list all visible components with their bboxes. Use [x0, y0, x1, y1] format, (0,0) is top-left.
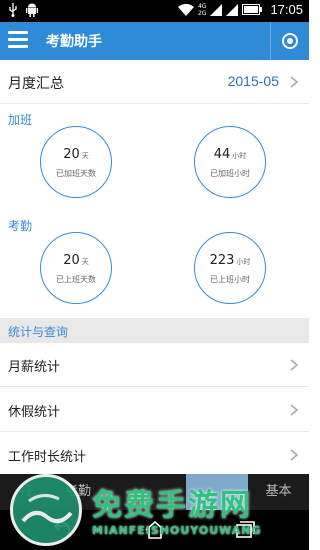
back-icon[interactable]: [50, 520, 72, 540]
list-item-label: 工作时长统计: [8, 450, 87, 465]
attendance-days-circle: 20 天 已上班天数: [40, 232, 112, 304]
list-item-label: 月薪统计: [8, 360, 61, 375]
list-item-work-hours[interactable]: 工作时长统计: [0, 433, 309, 477]
overtime-days-caption: 已加班天数: [56, 169, 96, 178]
appbar-divider: [270, 22, 271, 60]
chevron-right-icon: [290, 76, 299, 88]
month-summary-value: 2015-05: [227, 73, 279, 89]
stats-section-header: 统计与查询: [0, 318, 309, 343]
list-item-monthly-salary[interactable]: 月薪统计: [0, 343, 309, 387]
signal-icon-2: [226, 3, 239, 16]
overtime-days-circle: 20 天 已加班天数: [40, 126, 112, 198]
menu-icon-bar: [8, 38, 28, 41]
wifi-icon: [177, 3, 194, 16]
attendance-days-caption: 已上班天数: [56, 275, 96, 284]
battery-icon: [242, 4, 263, 15]
attendance-hours-value: 223 小时: [209, 253, 251, 268]
tab-4[interactable]: [156, 474, 186, 510]
attendance-hours-caption: 已上班小时: [210, 275, 250, 284]
sync-icon[interactable]: [281, 32, 299, 50]
stats-section-label: 统计与查询: [8, 325, 69, 339]
month-summary-row[interactable]: 月度汇总 2015-05: [0, 60, 309, 104]
network-type: 4G 2G: [197, 2, 207, 17]
bottom-tab-bar: 打 考勤 基本: [0, 474, 309, 510]
android-icon: [26, 3, 38, 17]
menu-icon-bar: [8, 45, 28, 48]
attendance-days-value: 20 天: [63, 253, 89, 268]
chevron-right-icon: [290, 404, 299, 416]
chevron-right-icon: [290, 449, 299, 461]
usb-icon: [9, 3, 17, 17]
app-bar: 考勤助手: [0, 22, 309, 60]
clock: 17:05: [270, 2, 303, 17]
attendance-section-label: 考勤: [8, 219, 33, 233]
tab-basic[interactable]: 基本: [248, 474, 309, 510]
chevron-right-icon: [290, 359, 299, 371]
recent-apps-icon[interactable]: [234, 520, 256, 540]
signal-icon: [210, 3, 223, 16]
list-item-leave-stats[interactable]: 休假统计: [0, 388, 309, 432]
overtime-days-value: 20 天: [63, 147, 89, 162]
app-title: 考勤助手: [46, 34, 102, 50]
overtime-hours-circle: 44 小时 已加班小时: [194, 126, 266, 198]
tab-attendance[interactable]: 考勤: [52, 474, 104, 510]
system-nav-bar: [0, 510, 309, 550]
overtime-section-label: 加班: [8, 113, 33, 127]
tab-active[interactable]: [186, 474, 248, 510]
menu-button[interactable]: [8, 31, 28, 51]
attendance-hours-circle: 223 小时 已上班小时: [194, 232, 266, 304]
month-summary-label: 月度汇总: [8, 76, 64, 92]
overtime-hours-value: 44 小时: [213, 147, 247, 162]
home-icon[interactable]: [144, 520, 166, 540]
tab-3[interactable]: [104, 474, 156, 510]
menu-icon-bar: [8, 31, 28, 34]
status-bar: 4G 2G 17:05: [0, 0, 309, 22]
list-item-label: 休假统计: [8, 405, 61, 420]
tab-punch[interactable]: 打: [0, 474, 52, 510]
overtime-hours-caption: 已加班小时: [210, 169, 250, 178]
